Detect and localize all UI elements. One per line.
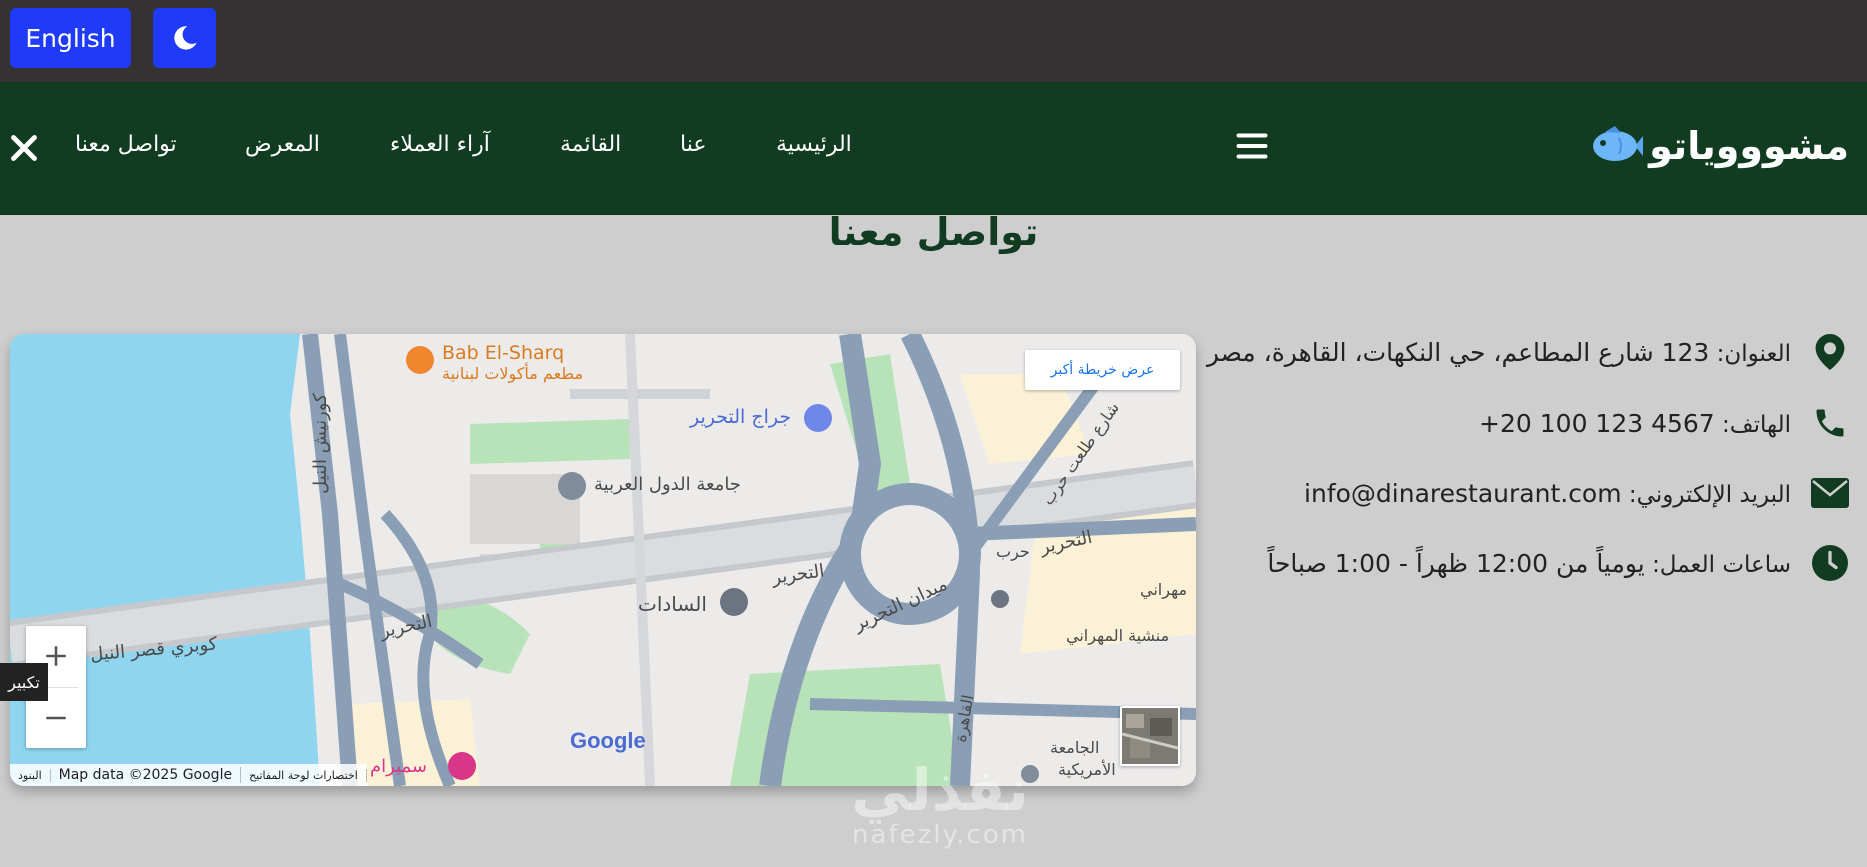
watermark-line-2: nafezly.com: [852, 820, 1028, 850]
fish-icon: [1593, 126, 1644, 161]
clock-icon: [1811, 544, 1849, 582]
top-bar: English: [0, 0, 1867, 82]
hours-label: ساعات العمل:: [1652, 551, 1791, 578]
map-label-manshiet: منشية المهراني: [1066, 626, 1170, 645]
theme-toggle-button[interactable]: [153, 8, 216, 68]
nav-item-contact[interactable]: تواصل معنا: [75, 132, 177, 157]
map-label-harb: حرب: [996, 542, 1030, 561]
nav-item-reviews[interactable]: آراء العملاء: [390, 132, 490, 157]
map-label-bab-elsharq: Bab El-Sharq: [442, 342, 565, 364]
google-logo: Google: [570, 728, 646, 753]
contact-phone: الهاتف: +20 100 123 4567: [1479, 404, 1849, 442]
embedded-map[interactable]: Bab El-Sharq مطعم مأكولات لبنانية جراج ا…: [10, 334, 1196, 786]
close-icon[interactable]: [6, 130, 42, 166]
main-nav: تواصل معنا المعرض آراء العملاء القائمة ع…: [0, 82, 1867, 215]
view-larger-map-button[interactable]: عرض خريطة أكبر: [1025, 350, 1180, 390]
envelope-icon: [1811, 474, 1849, 512]
map-attribution: البنود Map data ©2025 Google اختصارات لو…: [10, 764, 367, 786]
nav-item-home[interactable]: الرئيسية: [776, 132, 852, 157]
map-label-mahrani: مهراني: [1140, 580, 1188, 599]
map-data-credit: Map data ©2025 Google: [51, 767, 242, 783]
watermark: نفذلي nafezly.com: [820, 760, 1060, 850]
map-label-bab-elsharq-sub: مطعم مأكولات لبنانية: [442, 364, 584, 383]
contact-email: البريد الإلكتروني: info@dinarestaurant.c…: [1304, 474, 1849, 512]
contact-hours: ساعات العمل: يومياً من 12:00 ظهراً - 1:0…: [1267, 544, 1849, 582]
map-label-semiramis: سميرام: [370, 756, 427, 777]
email-value[interactable]: info@dinarestaurant.com: [1304, 479, 1622, 508]
address-value: 123 شارع المطاعم، حي النكهات، القاهرة، م…: [1206, 337, 1710, 367]
language-button[interactable]: English: [10, 8, 131, 68]
hamburger-icon[interactable]: [1234, 128, 1270, 164]
location-pin-icon: [1811, 333, 1849, 371]
page-title: تواصل معنا: [828, 210, 1039, 254]
hours-value: يومياً من 12:00 ظهراً - 1:00 صباحاً: [1267, 548, 1645, 578]
satellite-toggle-button[interactable]: [1120, 706, 1180, 766]
phone-value: +20 100 123 4567: [1479, 408, 1715, 438]
brand-name: مشوووياتو: [1649, 124, 1849, 168]
watermark-line-1: نفذلي: [851, 756, 1029, 824]
keyboard-shortcuts-link[interactable]: اختصارات لوحة المفاتيح: [241, 768, 367, 782]
map-label-corniche: كورنيش النيل: [310, 393, 331, 494]
map-label-garage: جراج التحرير: [690, 406, 792, 428]
phone-icon: [1811, 404, 1849, 442]
map-label-univ-2: الأمريكية: [1058, 760, 1116, 779]
contact-address: العنوان: 123 شارع المطاعم، حي النكهات، ا…: [1207, 333, 1849, 371]
zoom-tooltip: تكبير: [0, 663, 48, 701]
terms-link[interactable]: البنود: [10, 768, 51, 782]
nav-item-gallery[interactable]: المعرض: [245, 132, 320, 157]
address-label: العنوان:: [1716, 340, 1791, 367]
email-label: البريد الإلكتروني:: [1628, 481, 1791, 508]
map-label-univ-1: الجامعة: [1050, 738, 1100, 757]
map-label-sadat: السادات: [638, 592, 707, 616]
map-label-arab-league: جامعة الدول العربية: [594, 474, 741, 495]
minus-icon: [46, 716, 66, 720]
moon-icon: [173, 26, 197, 50]
nav-item-about[interactable]: عنا: [680, 132, 706, 157]
phone-label: الهاتف:: [1722, 411, 1791, 438]
nav-item-menu[interactable]: القائمة: [560, 132, 621, 157]
brand-logo[interactable]: مشوووياتو: [1591, 124, 1849, 168]
satellite-thumbnail-icon: [1122, 708, 1178, 764]
